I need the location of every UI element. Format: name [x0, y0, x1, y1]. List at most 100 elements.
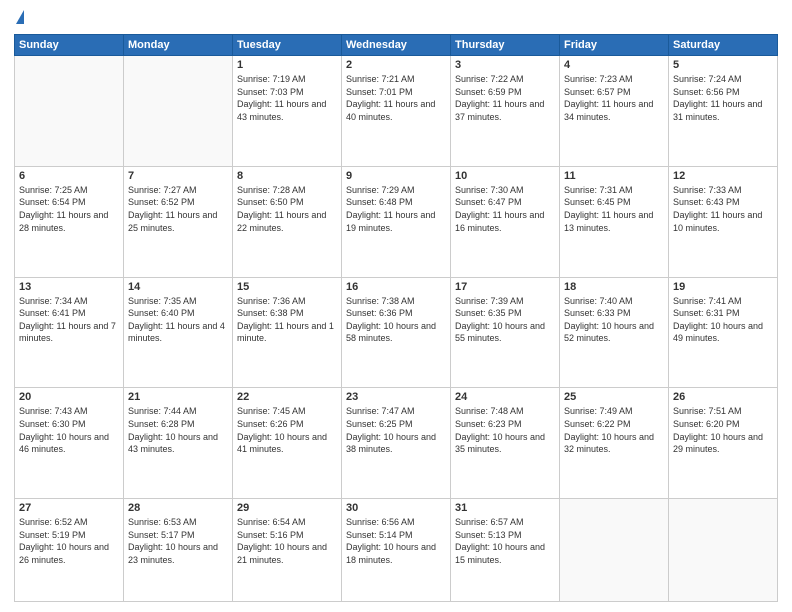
week-row-3: 13 Sunrise: 7:34 AM Sunset: 6:41 PM Dayli…	[15, 277, 778, 388]
day-info: Sunrise: 6:57 AM Sunset: 5:13 PM Dayligh…	[455, 516, 555, 566]
calendar-cell: 29Sunrise: 6:54 AM Sunset: 5:16 PM Dayli…	[233, 499, 342, 602]
calendar-cell: 31 Sunrise: 6:57 AM Sunset: 5:13 PM Dayli…	[451, 499, 560, 602]
calendar-cell: 28 Sunrise: 6:53 AM Sunset: 5:17 PM Dayli…	[124, 499, 233, 602]
weekday-monday: Monday	[124, 35, 233, 56]
day-info: Sunrise: 7:30 AM Sunset: 6:47 PM Dayligh…	[455, 184, 555, 234]
day-info: Sunrise: 7:27 AM Sunset: 6:52 PM Dayligh…	[128, 184, 228, 234]
calendar-cell	[560, 499, 669, 602]
day-number: 16	[346, 281, 446, 293]
day-number: 12	[673, 170, 773, 182]
weekday-wednesday: Wednesday	[342, 35, 451, 56]
weekday-saturday: Saturday	[669, 35, 778, 56]
day-info: Sunrise: 7:22 AM Sunset: 6:59 PM Dayligh…	[455, 73, 555, 123]
day-info: Sunrise: 7:31 AM Sunset: 6:45 PM Dayligh…	[564, 184, 664, 234]
calendar-cell: 20 Sunrise: 7:43 AM Sunset: 6:30 PM Dayli…	[15, 388, 124, 499]
day-number: 1	[237, 59, 337, 71]
day-number: 19	[673, 281, 773, 293]
calendar-cell: 9 Sunrise: 7:29 AM Sunset: 6:48 PM Daylig…	[342, 166, 451, 277]
day-info: Sunrise: 6:56 AM Sunset: 5:14 PM Dayligh…	[346, 516, 446, 566]
day-info: Sunrise: 7:29 AM Sunset: 6:48 PM Dayligh…	[346, 184, 446, 234]
day-number: 31	[455, 502, 555, 514]
calendar-cell: 23Sunrise: 7:47 AM Sunset: 6:25 PM Dayli…	[342, 388, 451, 499]
calendar-cell: 15 Sunrise: 7:36 AM Sunset: 6:38 PM Dayli…	[233, 277, 342, 388]
day-number: 5	[673, 59, 773, 71]
day-number: 24	[455, 391, 555, 403]
day-number: 18	[564, 281, 664, 293]
day-number: 8	[237, 170, 337, 182]
weekday-tuesday: Tuesday	[233, 35, 342, 56]
day-info: Sunrise: 7:21 AM Sunset: 7:01 PM Dayligh…	[346, 73, 446, 123]
day-number: 21	[128, 391, 228, 403]
calendar-cell: 21 Sunrise: 7:44 AM Sunset: 6:28 PM Dayli…	[124, 388, 233, 499]
day-number: 3	[455, 59, 555, 71]
day-info: Sunrise: 7:49 AM Sunset: 6:22 PM Dayligh…	[564, 405, 664, 455]
calendar-cell: 10 Sunrise: 7:30 AM Sunset: 6:47 PM Dayli…	[451, 166, 560, 277]
day-info: Sunrise: 7:48 AM Sunset: 6:23 PM Dayligh…	[455, 405, 555, 455]
day-info: Sunrise: 7:43 AM Sunset: 6:30 PM Dayligh…	[19, 405, 119, 455]
day-number: 29	[237, 502, 337, 514]
day-info: Sunrise: 7:25 AM Sunset: 6:54 PM Dayligh…	[19, 184, 119, 234]
day-number: 22	[237, 391, 337, 403]
calendar-cell: 5 Sunrise: 7:24 AM Sunset: 6:56 PM Daylig…	[669, 56, 778, 167]
calendar-cell	[15, 56, 124, 167]
calendar-cell: 4Sunrise: 7:23 AM Sunset: 6:57 PM Daylig…	[560, 56, 669, 167]
day-number: 28	[128, 502, 228, 514]
weekday-sunday: Sunday	[15, 35, 124, 56]
day-number: 20	[19, 391, 119, 403]
calendar-cell: 27 Sunrise: 6:52 AM Sunset: 5:19 PM Dayli…	[15, 499, 124, 602]
day-info: Sunrise: 7:24 AM Sunset: 6:56 PM Dayligh…	[673, 73, 773, 123]
day-info: Sunrise: 7:40 AM Sunset: 6:33 PM Dayligh…	[564, 295, 664, 345]
calendar-cell: 24 Sunrise: 7:48 AM Sunset: 6:23 PM Dayli…	[451, 388, 560, 499]
logo-icon	[16, 10, 24, 24]
day-number: 11	[564, 170, 664, 182]
calendar-cell: 26Sunrise: 7:51 AM Sunset: 6:20 PM Dayli…	[669, 388, 778, 499]
calendar-cell: 30 Sunrise: 6:56 AM Sunset: 5:14 PM Dayli…	[342, 499, 451, 602]
day-number: 15	[237, 281, 337, 293]
day-number: 26	[673, 391, 773, 403]
day-number: 30	[346, 502, 446, 514]
day-info: Sunrise: 7:44 AM Sunset: 6:28 PM Dayligh…	[128, 405, 228, 455]
day-info: Sunrise: 6:53 AM Sunset: 5:17 PM Dayligh…	[128, 516, 228, 566]
day-info: Sunrise: 7:41 AM Sunset: 6:31 PM Dayligh…	[673, 295, 773, 345]
day-info: Sunrise: 7:34 AM Sunset: 6:41 PM Dayligh…	[19, 295, 119, 345]
calendar-cell: 12 Sunrise: 7:33 AM Sunset: 6:43 PM Dayli…	[669, 166, 778, 277]
logo	[14, 10, 24, 26]
day-number: 9	[346, 170, 446, 182]
day-info: Sunrise: 7:19 AM Sunset: 7:03 PM Dayligh…	[237, 73, 337, 123]
day-info: Sunrise: 7:28 AM Sunset: 6:50 PM Dayligh…	[237, 184, 337, 234]
day-info: Sunrise: 7:38 AM Sunset: 6:36 PM Dayligh…	[346, 295, 446, 345]
calendar-cell: 1 Sunrise: 7:19 AM Sunset: 7:03 PM Daylig…	[233, 56, 342, 167]
day-info: Sunrise: 7:33 AM Sunset: 6:43 PM Dayligh…	[673, 184, 773, 234]
week-row-1: 1 Sunrise: 7:19 AM Sunset: 7:03 PM Daylig…	[15, 56, 778, 167]
day-number: 10	[455, 170, 555, 182]
calendar-cell: 3 Sunrise: 7:22 AM Sunset: 6:59 PM Daylig…	[451, 56, 560, 167]
weekday-friday: Friday	[560, 35, 669, 56]
calendar-cell: 19 Sunrise: 7:41 AM Sunset: 6:31 PM Dayli…	[669, 277, 778, 388]
day-number: 25	[564, 391, 664, 403]
calendar-cell: 7Sunrise: 7:27 AM Sunset: 6:52 PM Daylig…	[124, 166, 233, 277]
day-info: Sunrise: 7:45 AM Sunset: 6:26 PM Dayligh…	[237, 405, 337, 455]
day-number: 23	[346, 391, 446, 403]
weekday-thursday: Thursday	[451, 35, 560, 56]
calendar-cell: 2Sunrise: 7:21 AM Sunset: 7:01 PM Daylig…	[342, 56, 451, 167]
day-number: 14	[128, 281, 228, 293]
day-info: Sunrise: 7:23 AM Sunset: 6:57 PM Dayligh…	[564, 73, 664, 123]
calendar-cell: 18 Sunrise: 7:40 AM Sunset: 6:33 PM Dayli…	[560, 277, 669, 388]
calendar-cell: 25 Sunrise: 7:49 AM Sunset: 6:22 PM Dayli…	[560, 388, 669, 499]
calendar-cell: 13 Sunrise: 7:34 AM Sunset: 6:41 PM Dayli…	[15, 277, 124, 388]
day-info: Sunrise: 6:52 AM Sunset: 5:19 PM Dayligh…	[19, 516, 119, 566]
weekday-header-row: SundayMondayTuesdayWednesdayThursdayFrid…	[15, 35, 778, 56]
calendar: SundayMondayTuesdayWednesdayThursdayFrid…	[14, 34, 778, 602]
calendar-cell: 8 Sunrise: 7:28 AM Sunset: 6:50 PM Daylig…	[233, 166, 342, 277]
calendar-cell: 14 Sunrise: 7:35 AM Sunset: 6:40 PM Dayli…	[124, 277, 233, 388]
day-info: Sunrise: 7:39 AM Sunset: 6:35 PM Dayligh…	[455, 295, 555, 345]
calendar-cell: 22 Sunrise: 7:45 AM Sunset: 6:26 PM Dayli…	[233, 388, 342, 499]
day-number: 13	[19, 281, 119, 293]
day-number: 27	[19, 502, 119, 514]
day-number: 6	[19, 170, 119, 182]
calendar-cell	[669, 499, 778, 602]
calendar-cell	[124, 56, 233, 167]
day-info: Sunrise: 7:36 AM Sunset: 6:38 PM Dayligh…	[237, 295, 337, 345]
day-info: Sunrise: 7:35 AM Sunset: 6:40 PM Dayligh…	[128, 295, 228, 345]
week-row-5: 27 Sunrise: 6:52 AM Sunset: 5:19 PM Dayli…	[15, 499, 778, 602]
